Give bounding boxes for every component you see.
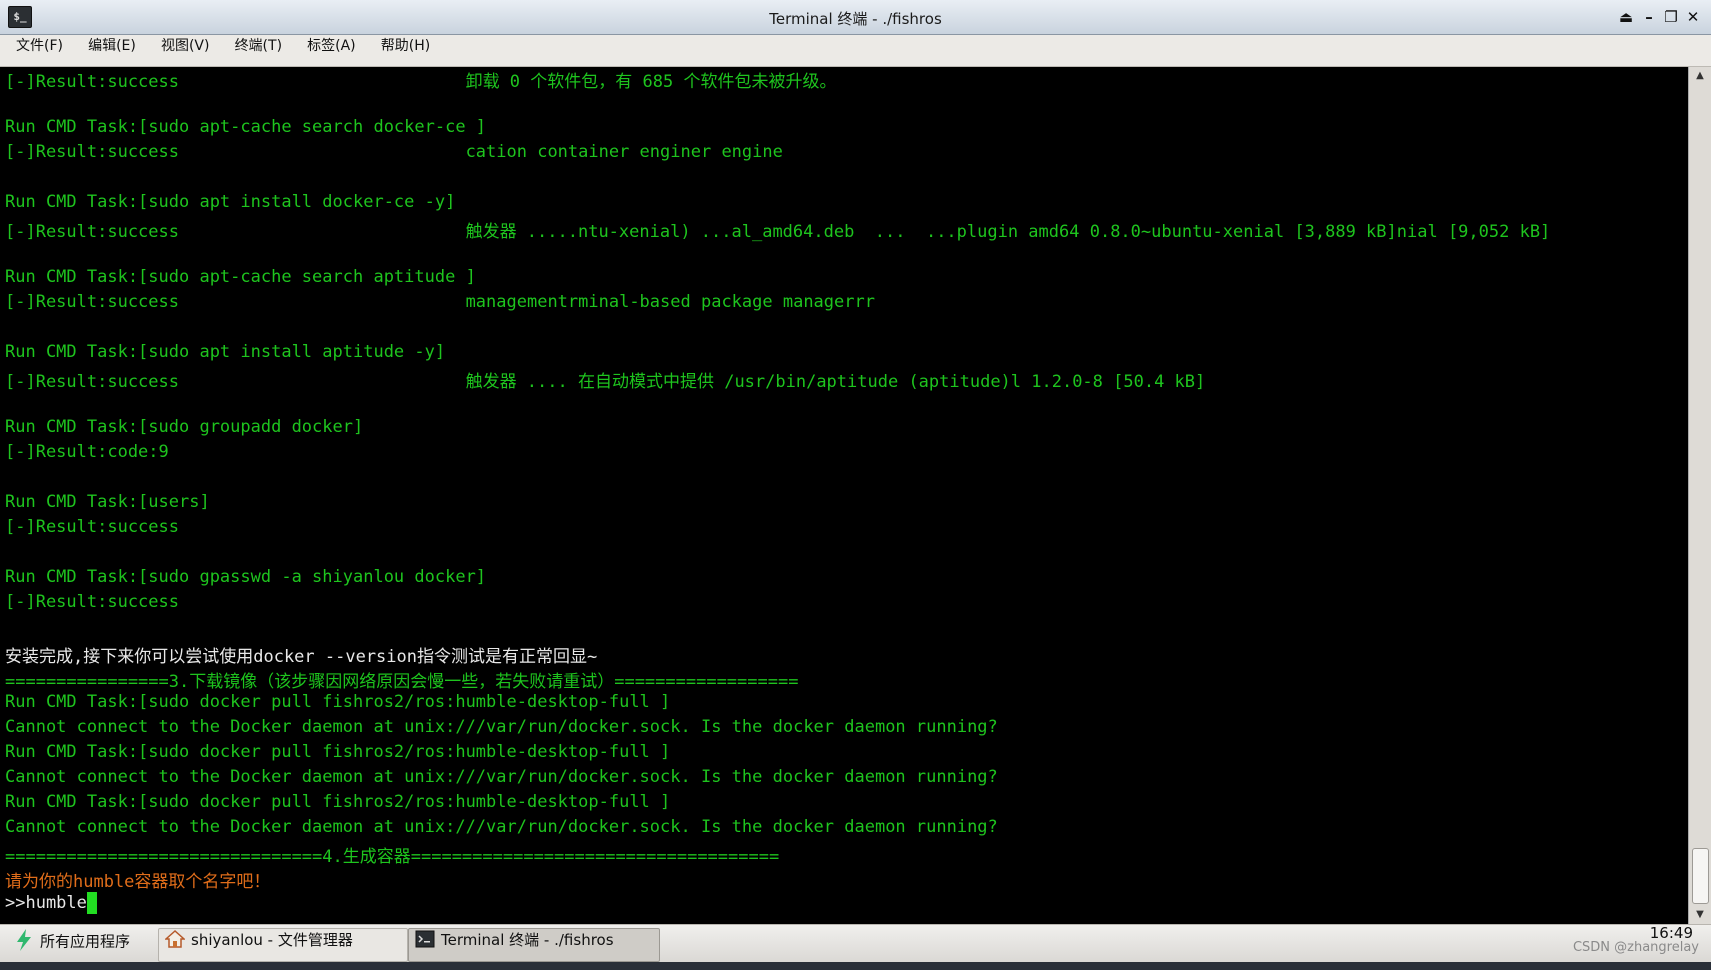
terminal-line: Run CMD Task:[sudo apt-cache search dock…: [5, 117, 487, 137]
terminal-output[interactable]: [-]Result:success 卸载 0 个软件包，有 685 个软件包未被…: [0, 67, 1688, 924]
terminal-line: [-]Result:success cation container engin…: [5, 142, 783, 162]
terminal-line: Cannot connect to the Docker daemon at u…: [5, 717, 998, 737]
menu-file[interactable]: 文件(F): [7, 35, 72, 55]
screen-bottom-strip: [0, 962, 1711, 970]
window-title: Terminal 终端 - ./fishros: [769, 10, 942, 28]
terminal-prompt-line[interactable]: >>humble: [5, 892, 1550, 917]
terminal-line: ===============================4.生成容器===…: [5, 847, 780, 867]
taskbar-window-terminal[interactable]: Terminal 终端 - ./fishros: [408, 928, 660, 962]
eject-icon[interactable]: ⏏: [1617, 8, 1635, 26]
scroll-down-arrow-icon[interactable]: ▼: [1692, 908, 1708, 922]
terminal-line: Run CMD Task:[sudo docker pull fishros2/…: [5, 742, 671, 762]
terminal-line: Run CMD Task:[sudo apt-cache search apti…: [5, 267, 476, 287]
terminal-line: Run CMD Task:[sudo apt install docker-ce…: [5, 192, 456, 212]
terminal-line: Run CMD Task:[sudo docker pull fishros2/…: [5, 692, 671, 712]
menu-help[interactable]: 帮助(H): [372, 35, 439, 55]
taskbar-window-label: Terminal 终端 - ./fishros: [441, 931, 614, 949]
watermark: CSDN @zhangrelay: [1572, 940, 1699, 955]
terminal-line: 安装完成,接下来你可以尝试使用docker --version指令测试是有正常回…: [5, 647, 598, 667]
taskbar-window-label: shiyanlou - 文件管理器: [191, 931, 353, 949]
terminal-line: [-]Result:success 卸载 0 个软件包，有 685 个软件包未被…: [5, 72, 837, 92]
scrollbar-thumb[interactable]: [1692, 848, 1709, 904]
terminal-line: Run CMD Task:[sudo docker pull fishros2/…: [5, 792, 671, 812]
taskbar: 所有应用程序 shiyanlou - 文件管理器 Terminal 终端 - .…: [0, 924, 1711, 963]
terminal-line: [-]Result:code:9: [5, 442, 169, 462]
menu-bar: 文件(F) 编辑(E) 视图(V) 终端(T) 标签(A) 帮助(H): [0, 35, 1711, 67]
terminal-prompt-input[interactable]: >>humble: [5, 893, 87, 913]
close-icon[interactable]: ✕: [1684, 8, 1702, 26]
window-titlebar[interactable]: $_ Terminal 终端 - ./fishros ⏏ – ❐ ✕: [0, 0, 1711, 35]
terminal-line: Run CMD Task:[users]: [5, 492, 210, 512]
terminal-line: 请为你的humble容器取个名字吧！: [5, 872, 271, 892]
terminal-line: ================3.下载镜像（该步骤因网络原因会慢一些，若失败请…: [5, 672, 799, 692]
taskbar-window-file-manager[interactable]: shiyanlou - 文件管理器: [158, 928, 408, 962]
restore-icon[interactable]: ❐: [1662, 8, 1680, 26]
terminal-line: [-]Result:success: [5, 592, 179, 612]
terminal-line: [-]Result:success 触发器 .....ntu-xenial) .…: [5, 222, 1551, 242]
terminal-line: Run CMD Task:[sudo groupadd docker]: [5, 417, 364, 437]
home-folder-icon: [164, 929, 186, 952]
start-menu-button[interactable]: 所有应用程序: [8, 928, 130, 960]
terminal-line: Cannot connect to the Docker daemon at u…: [5, 767, 998, 787]
app-launcher-leaf-icon: [14, 928, 34, 956]
terminal-line: [-]Result:success managementrminal-based…: [5, 292, 875, 312]
terminal-line: Run CMD Task:[sudo gpasswd -a shiyanlou …: [5, 567, 487, 587]
terminal-line: [-]Result:success: [5, 517, 179, 537]
menu-edit[interactable]: 编辑(E): [79, 35, 145, 55]
terminal-line: Cannot connect to the Docker daemon at u…: [5, 817, 998, 837]
scroll-up-arrow-icon[interactable]: ▲: [1692, 69, 1708, 83]
minimize-icon[interactable]: –: [1640, 8, 1658, 26]
start-menu-label: 所有应用程序: [40, 932, 131, 951]
menu-terminal[interactable]: 终端(T): [226, 35, 291, 55]
menu-tabs[interactable]: 标签(A): [298, 35, 365, 55]
terminal-line: [-]Result:success 触发器 .... 在自动模式中提供 /usr…: [5, 372, 1206, 392]
terminal-cursor: [86, 892, 97, 914]
terminal-scrollbar[interactable]: ▲ ▼: [1688, 67, 1711, 924]
menu-view[interactable]: 视图(V): [152, 35, 219, 55]
terminal-lines: [-]Result:success 卸载 0 个软件包，有 685 个软件包未被…: [5, 67, 1550, 917]
terminal-line: Run CMD Task:[sudo apt install aptitude …: [5, 342, 446, 362]
terminal-icon: [415, 930, 435, 952]
